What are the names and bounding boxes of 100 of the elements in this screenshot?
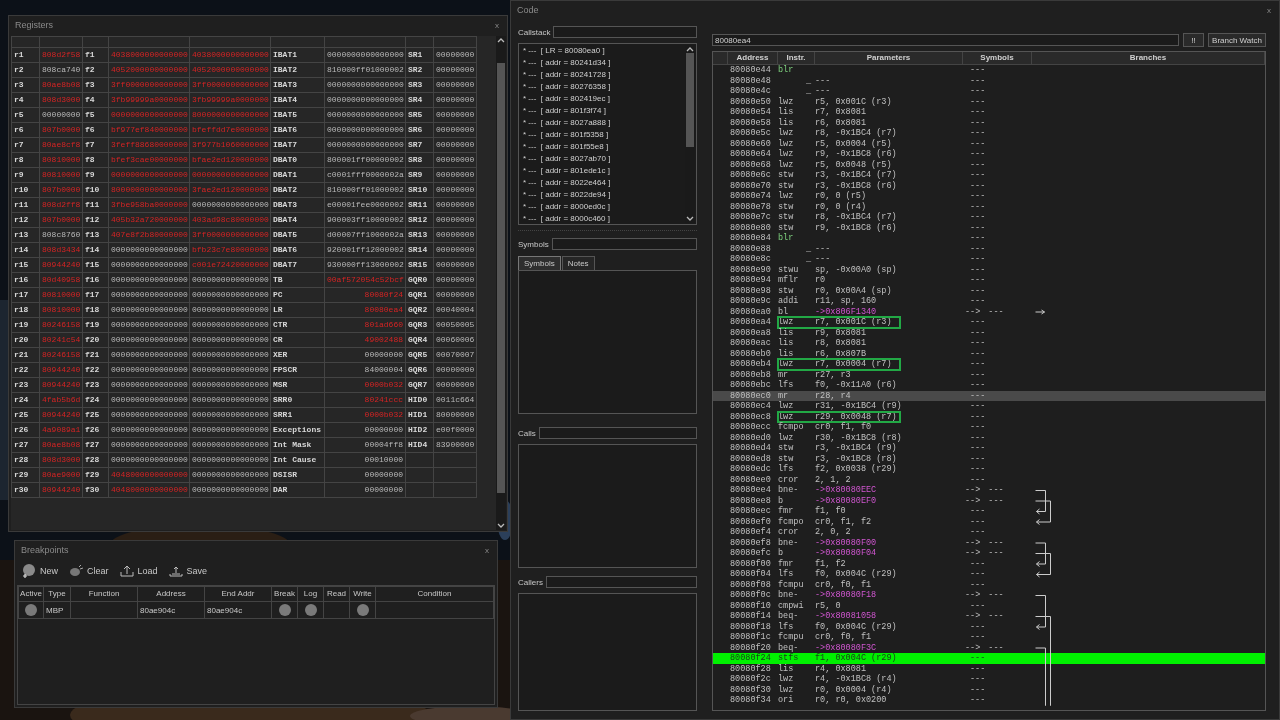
callstack-entry[interactable]: * --- [ addr = 802419ec ] — [519, 93, 684, 105]
callstack-entry[interactable]: * --- [ addr = 8027a888 ] — [519, 117, 684, 129]
register-value: 3fbe958ba0000000 — [108, 197, 190, 213]
scrollbar[interactable] — [685, 45, 695, 223]
tab[interactable]: Symbols — [518, 256, 561, 270]
toggle-circle[interactable] — [304, 604, 317, 616]
code-row[interactable]: 80080f24 stfs f1, 0x004C (r29) --- — [713, 653, 1265, 664]
parameter-cell-text: r0, 0 (r5) — [815, 191, 867, 202]
register-name: f17 — [82, 287, 109, 303]
column-header[interactable]: Log — [297, 586, 324, 602]
instruction-cell-text: lwz — [778, 138, 795, 149]
branch-link[interactable]: --> — [965, 485, 981, 496]
register-value: 8000000000000000 — [189, 107, 271, 123]
symbol-cell-text: --- — [969, 600, 986, 611]
address-cell-text: 80080f18 — [729, 621, 772, 632]
callstack-entry[interactable]: * --- [ LR = 80080ea0 ] — [519, 45, 684, 57]
register-name: IBAT6 — [270, 122, 325, 138]
column-header[interactable]: Type — [43, 586, 71, 602]
callstack-entry[interactable]: * --- [ addr = 80241728 ] — [519, 69, 684, 81]
column-header[interactable]: Function — [70, 586, 138, 602]
parameter-cell-text: r0 — [815, 275, 827, 286]
symbol-cell-text: --- — [969, 149, 986, 160]
column-header[interactable]: Parameters — [815, 52, 963, 64]
address-field[interactable]: 80080ea4 — [712, 34, 1180, 46]
instruction-cell-text: _ — [804, 254, 812, 265]
parameter-cell-text: r9, -0x1BC8 (r6) — [815, 222, 898, 233]
branch-link[interactable]: --> — [965, 548, 981, 559]
column-header[interactable]: Break — [271, 586, 298, 602]
address-cell-text: 80080ed8 — [729, 453, 772, 464]
toolbar-button[interactable]: !! — [1183, 33, 1205, 47]
branch-link[interactable]: --> — [965, 537, 981, 548]
callstack-entry[interactable]: * --- [ addr = 80241d34 ] — [519, 57, 684, 69]
register-value: 3fb99999a0000000 — [108, 92, 190, 108]
register-value: 00000000 — [433, 377, 477, 393]
column-header[interactable]: End Addr — [204, 586, 272, 602]
callstack-entry[interactable]: * --- [ addr = 801f3f74 ] — [519, 105, 684, 117]
parameter-cell-text: f2, 0x0038 (r29) — [815, 464, 898, 475]
register-value: 80810000 — [39, 302, 83, 318]
callstack-entry[interactable]: * --- [ addr = 8022de94 ] — [519, 189, 684, 201]
close-button[interactable]: x — [1265, 5, 1273, 15]
callstack-entry[interactable]: * --- [ addr = 801f5358 ] — [519, 129, 684, 141]
register-value: 0000000000000000 — [324, 137, 406, 153]
tab[interactable]: Notes — [561, 256, 595, 270]
register-value: 00000000 — [324, 467, 406, 483]
callstack-entry[interactable]: * --- [ addr = 8027ab70 ] — [519, 153, 684, 165]
symbol-cell-text: --- — [969, 138, 986, 149]
register-name: SRR0 — [270, 392, 325, 408]
parameter-cell-text: r27, r3 — [815, 369, 852, 380]
filter-field[interactable] — [538, 427, 697, 439]
toggle-circle[interactable] — [278, 604, 291, 616]
branch-link[interactable]: --> — [965, 495, 981, 506]
symbol-cell-text: --- — [969, 191, 986, 202]
column-header[interactable]: Active — [18, 586, 44, 602]
branch-link[interactable]: --> — [965, 306, 981, 317]
column-header[interactable]: Address — [728, 52, 778, 64]
register-name: Int Mask — [270, 437, 325, 453]
callstack-entry[interactable]: * --- [ addr = 8022e464 ] — [519, 177, 684, 189]
callstack-entry[interactable]: * --- [ addr = 8000c460 ] — [519, 213, 684, 225]
callstack-entry[interactable]: * --- [ addr = 80276358 ] — [519, 81, 684, 93]
filter-field[interactable] — [551, 238, 697, 250]
filter-field[interactable] — [553, 26, 697, 38]
column-header[interactable]: Read — [323, 586, 350, 602]
column-header[interactable]: Instr. — [778, 52, 815, 64]
toolbar-button[interactable]: Branch Watch — [1208, 33, 1266, 47]
symbol-cell-text: --- — [969, 621, 986, 632]
register-value: 00050005 — [433, 317, 477, 333]
register-value: 807b0000 — [39, 212, 83, 228]
parameter-cell-text: cr0, f0, f1 — [815, 579, 873, 590]
address-cell-text: 80080f10 — [729, 600, 772, 611]
filter-field[interactable] — [545, 576, 697, 588]
column-header[interactable]: Symbols — [963, 52, 1032, 64]
scrollbar[interactable] — [496, 36, 506, 530]
toolbar-button[interactable]: Clear — [68, 563, 109, 579]
close-button[interactable]: x — [483, 545, 491, 555]
callstack-entry[interactable]: * --- [ addr = 801f55e8 ] — [519, 141, 684, 153]
instruction-cell-text: addi — [778, 296, 800, 307]
code-row[interactable]: 80080ec0 mr r28, r4 --- — [713, 390, 1265, 401]
callstack-entry[interactable]: * --- [ addr = 8000ed0c ] — [519, 201, 684, 213]
register-name: f29 — [82, 467, 109, 483]
parameter-cell-text: f0, 0x004C (r29) — [815, 569, 898, 580]
toolbar-button[interactable]: Save — [167, 563, 208, 579]
toggle-circle[interactable] — [25, 604, 37, 616]
column-header[interactable]: Branches — [1032, 52, 1265, 64]
branch-link[interactable]: --> — [965, 611, 981, 622]
close-button[interactable]: x — [493, 20, 501, 30]
column-header[interactable]: Condition — [375, 586, 494, 602]
toolbar-button[interactable]: Load — [118, 563, 158, 579]
column-header[interactable]: Address — [137, 586, 205, 602]
column-header[interactable]: Write — [349, 586, 376, 602]
register-value: 00000000 — [433, 92, 477, 108]
register-value: 0000000000000000 — [189, 482, 271, 498]
caret-up-icon — [685, 45, 695, 53]
callstack-entry[interactable]: * --- [ addr = 801ede1c ] — [519, 165, 684, 177]
toggle-circle[interactable] — [356, 604, 369, 616]
parameter-cell-text: r8, -0x1BC4 (r7) — [815, 212, 898, 223]
branch-link[interactable]: --> — [965, 642, 981, 653]
register-value: 4038000000000000 — [189, 47, 271, 63]
branch-link[interactable]: --> — [965, 590, 981, 601]
register-name: r29 — [11, 467, 40, 483]
toolbar-button[interactable]: New — [21, 563, 58, 579]
